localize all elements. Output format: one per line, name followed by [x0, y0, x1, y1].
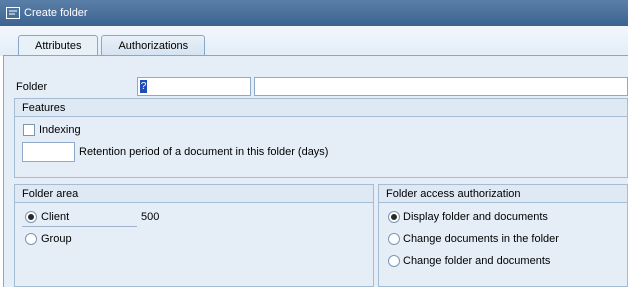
folder-area-header: Folder area — [15, 185, 373, 203]
retention-period-label: Retention period of a document in this f… — [79, 146, 329, 158]
change-folder-label: Change folder and documents — [403, 255, 551, 267]
features-header: Features — [15, 99, 627, 117]
client-radio[interactable] — [25, 211, 37, 223]
features-group: Features — [14, 98, 628, 178]
create-folder-icon — [6, 7, 20, 19]
folder-access-title: Folder access authorization — [386, 187, 521, 200]
display-folder-label: Display folder and documents — [403, 211, 548, 223]
folder-key-input[interactable] — [137, 77, 251, 96]
client-radio-label: Client — [41, 211, 70, 223]
display-folder-radio[interactable] — [388, 211, 400, 223]
client-row-divider — [22, 226, 137, 227]
window-title: Create folder — [24, 7, 88, 19]
group-radio[interactable] — [25, 233, 37, 245]
features-title: Features — [22, 101, 66, 114]
tab-attributes[interactable]: Attributes — [18, 35, 99, 56]
change-documents-label: Change documents in the folder — [403, 233, 559, 245]
tab-strip: Attributes Authorizations — [18, 35, 208, 56]
window-titlebar: Create folder — [0, 0, 628, 26]
indexing-checkbox[interactable] — [23, 124, 35, 136]
change-documents-radio[interactable] — [388, 233, 400, 245]
group-radio-label: Group — [41, 233, 72, 245]
folder-access-header: Folder access authorization — [379, 185, 627, 203]
radio-selected-dot — [28, 214, 34, 220]
tab-authorizations[interactable]: Authorizations — [101, 35, 206, 55]
radio-selected-dot — [391, 214, 397, 220]
client-value: 500 — [141, 211, 160, 223]
folder-label: Folder — [16, 81, 48, 93]
folder-key-value: ? — [140, 80, 147, 93]
folder-description-input[interactable] — [254, 77, 628, 96]
change-folder-radio[interactable] — [388, 255, 400, 267]
retention-period-input[interactable] — [22, 142, 75, 162]
folder-area-title: Folder area — [22, 187, 79, 200]
indexing-label: Indexing — [39, 124, 81, 136]
